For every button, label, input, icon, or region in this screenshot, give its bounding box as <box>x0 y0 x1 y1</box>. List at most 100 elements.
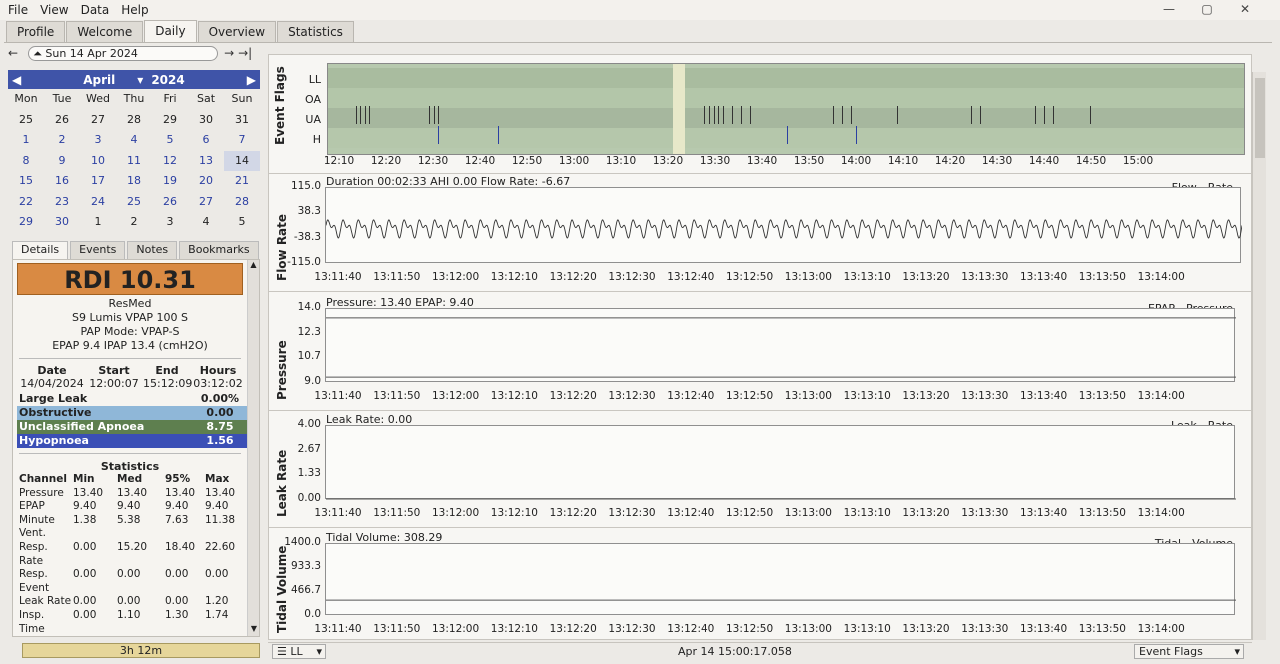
event-flag-row <box>328 68 1244 88</box>
calendar-day[interactable]: 30 <box>44 212 80 233</box>
calendar-day[interactable]: 5 <box>152 130 188 151</box>
calendar-day[interactable]: 20 <box>188 171 224 192</box>
next-day-button[interactable]: → <box>224 46 234 60</box>
calendar-day[interactable]: 22 <box>8 192 44 213</box>
calendar-day[interactable]: 31 <box>224 110 260 131</box>
calendar-month[interactable]: April <box>83 73 115 87</box>
stats-value: 11.38 <box>205 513 236 526</box>
calendar-day[interactable]: 29 <box>152 110 188 131</box>
calendar-day[interactable]: 12 <box>152 151 188 172</box>
stats-value: 0.00 <box>73 568 97 581</box>
calendar-day[interactable]: 3 <box>152 212 188 233</box>
chart-plot-area[interactable] <box>325 308 1236 382</box>
calendar-day[interactable]: 16 <box>44 171 80 192</box>
prev-day-button[interactable]: ← <box>8 46 18 60</box>
calendar-day[interactable]: 6 <box>188 130 224 151</box>
ua-event-marker <box>722 106 724 124</box>
calendar-day[interactable]: 25 <box>8 110 44 131</box>
calendar-day[interactable]: 26 <box>44 110 80 131</box>
calendar-day[interactable]: 7 <box>224 130 260 151</box>
tab-daily[interactable]: Daily <box>144 20 197 42</box>
stats-channel: Minute <box>19 513 55 526</box>
weekday-label: Wed <box>86 92 110 105</box>
menu-help[interactable]: Help <box>121 3 148 17</box>
calendar-day[interactable]: 24 <box>80 192 116 213</box>
calendar-day[interactable]: 28 <box>224 192 260 213</box>
next-month-icon[interactable]: ▶ <box>247 73 256 87</box>
date-picker[interactable]: ⏶ Sun 14 Apr 2024 <box>28 45 219 61</box>
tab-welcome[interactable]: Welcome <box>66 21 144 43</box>
maximize-button[interactable]: ▢ <box>1188 2 1226 16</box>
tab-bookmarks[interactable]: Bookmarks <box>179 241 259 259</box>
calendar-day[interactable]: 17 <box>80 171 116 192</box>
calendar-day[interactable]: 18 <box>116 171 152 192</box>
menu-file[interactable]: File <box>8 3 28 17</box>
tab-profile[interactable]: Profile <box>6 21 66 43</box>
stats-value <box>73 527 117 541</box>
calendar-day[interactable]: 26 <box>152 192 188 213</box>
minimize-button[interactable]: — <box>1150 2 1188 16</box>
calendar-day[interactable]: 25 <box>116 192 152 213</box>
calendar-day[interactable]: 14 <box>224 150 260 171</box>
prev-month-icon[interactable]: ◀ <box>12 73 21 87</box>
calendar-day[interactable]: 11 <box>116 151 152 172</box>
tab-notes[interactable]: Notes <box>127 241 178 259</box>
calendar-year[interactable]: 2024 <box>151 73 184 87</box>
chart-plot-area[interactable] <box>325 425 1236 500</box>
scroll-up-icon[interactable]: ▲ <box>248 260 259 272</box>
calendar-day[interactable]: 1 <box>8 130 44 151</box>
calendar-day[interactable]: 1 <box>80 212 116 233</box>
calendar-day[interactable]: 9 <box>44 151 80 172</box>
details-scrollbar[interactable]: ▲ ▼ <box>247 260 259 636</box>
calendar-day[interactable]: 2 <box>116 212 152 233</box>
stats-value: 13.40 <box>205 486 236 499</box>
graphs-scroll-thumb[interactable] <box>1255 78 1265 158</box>
menu-view[interactable]: View <box>40 3 68 17</box>
month-dropdown-icon[interactable]: ▾ <box>137 73 143 87</box>
tab-statistics[interactable]: Statistics <box>277 21 354 43</box>
calendar-day[interactable]: 29 <box>8 212 44 233</box>
stats-value: 7.63 <box>165 513 189 526</box>
tab-events[interactable]: Events <box>70 241 126 259</box>
stats-header: Min <box>73 473 95 485</box>
graph-layout-select[interactable]: ☰ LL ▾ <box>272 644 326 659</box>
event-index-row[interactable]: Unclassified Apnoea 8.75 <box>17 420 247 434</box>
calendar-day[interactable]: 15 <box>8 171 44 192</box>
calendar-day[interactable]: 10 <box>80 151 116 172</box>
event-index-row[interactable]: Obstructive 0.00 <box>17 406 247 420</box>
chart-plot-area[interactable] <box>325 543 1236 615</box>
calendar-day[interactable]: 27 <box>80 110 116 131</box>
calendar-day[interactable]: 8 <box>8 151 44 172</box>
tab-overview[interactable]: Overview <box>197 21 277 43</box>
calendar-day[interactable]: 19 <box>152 171 188 192</box>
event-name: Hypopnoea <box>19 434 89 447</box>
tab-details[interactable]: Details <box>12 241 69 259</box>
calendar-day[interactable]: 4 <box>116 130 152 151</box>
calendar-day[interactable]: 2 <box>44 130 80 151</box>
graph-select[interactable]: Event Flags ▾ <box>1134 644 1244 659</box>
calendar-day[interactable]: 21 <box>224 171 260 192</box>
calendar-day[interactable]: 27 <box>188 192 224 213</box>
event-flags-plot[interactable] <box>327 63 1245 155</box>
calendar-toggle-icon[interactable]: ⏶ <box>33 47 42 60</box>
calendar-day[interactable]: 28 <box>116 110 152 131</box>
calendar-day[interactable]: 13 <box>188 151 224 172</box>
event-value: 1.56 <box>206 434 234 447</box>
calendar-day[interactable]: 23 <box>44 192 80 213</box>
scroll-down-icon[interactable]: ▼ <box>248 624 259 636</box>
menu-data[interactable]: Data <box>81 3 110 17</box>
close-button[interactable]: ✕ <box>1226 2 1264 16</box>
chart-plot-area[interactable] <box>325 187 1242 263</box>
stats-value <box>165 527 205 541</box>
calendar-day[interactable]: 4 <box>188 212 224 233</box>
last-day-button[interactable]: →| <box>238 46 252 60</box>
calendar-day[interactable]: 5 <box>224 212 260 233</box>
graphs-scrollbar[interactable] <box>1252 72 1266 640</box>
stats-value: 1.30 <box>165 608 189 621</box>
event-index-row[interactable]: Large Leak 0.00% <box>17 392 247 406</box>
calendar-day[interactable]: 30 <box>188 110 224 131</box>
event-index-row[interactable]: Hypopnoea 1.56 <box>17 434 247 448</box>
calendar-day[interactable]: 3 <box>80 130 116 151</box>
selection-window[interactable] <box>673 64 685 154</box>
stats-channel: Vent. <box>19 527 46 540</box>
